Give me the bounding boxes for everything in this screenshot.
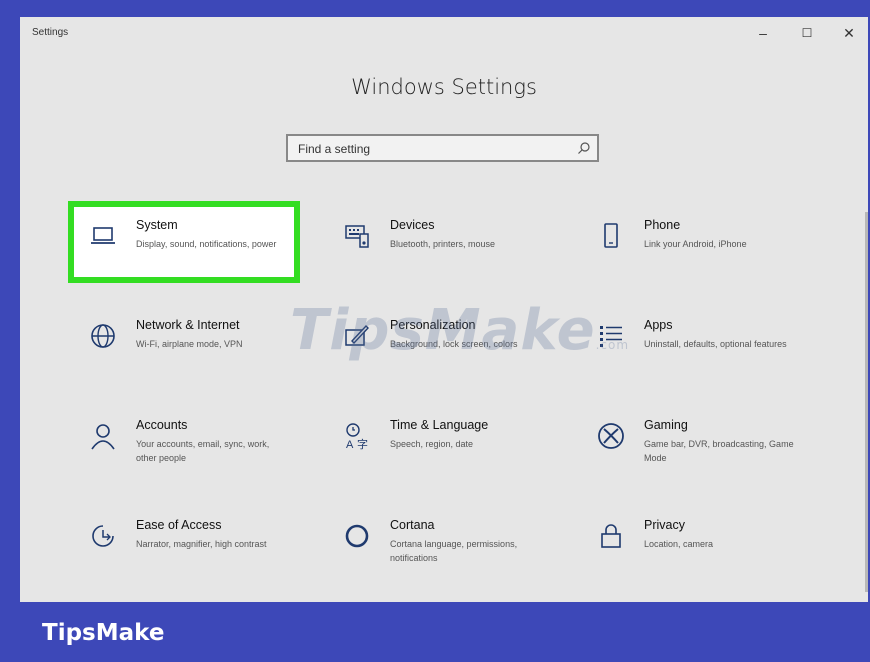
search-input[interactable] <box>296 136 570 162</box>
search-box[interactable] <box>286 134 599 162</box>
tile-description: Display, sound, notifications, power <box>136 239 277 249</box>
tile-personalization[interactable]: Personalization Background, lock screen,… <box>328 307 548 377</box>
tile-system[interactable]: System Display, sound, notifications, po… <box>68 201 300 283</box>
title-bar: Settings – ☐ ✕ <box>20 17 868 49</box>
keyboard-icon <box>342 221 372 251</box>
tile-ease-of-access[interactable]: Ease of Access Narrator, magnifier, high… <box>74 507 294 577</box>
tile-description: Bluetooth, printers, mouse <box>390 239 496 249</box>
tile-title: Cortana <box>390 518 435 532</box>
brand-logo-text: TipsMake <box>42 620 165 646</box>
tile-title: Phone <box>644 218 681 232</box>
page-title: Windows Settings <box>351 75 537 99</box>
tile-description: Background, lock screen, colors <box>390 339 518 349</box>
tile-description: Location, camera <box>644 539 714 549</box>
paintbrush-icon <box>342 321 372 351</box>
tile-description: Cortana language, permissions, notificat… <box>390 539 518 563</box>
window-title: Settings <box>32 27 69 38</box>
tile-network-internet[interactable]: Network & Internet Wi-Fi, airplane mode,… <box>74 307 294 377</box>
tile-gaming[interactable]: Gaming Game bar, DVR, broadcasting, Game… <box>582 407 802 477</box>
tile-apps[interactable]: Apps Uninstall, defaults, optional featu… <box>582 307 802 377</box>
tile-description: Narrator, magnifier, high contrast <box>136 539 267 549</box>
tile-accounts[interactable]: Accounts Your accounts, email, sync, wor… <box>74 407 294 477</box>
tile-description: Speech, region, date <box>390 439 474 449</box>
minimize-button[interactable]: – <box>752 23 774 43</box>
cortana-icon <box>342 521 372 551</box>
person-icon <box>88 421 118 451</box>
laptop-icon <box>88 221 118 251</box>
settings-window: Settings – ☐ ✕ Windows Settings System D… <box>20 17 868 602</box>
svg-text:字: 字 <box>357 437 368 451</box>
tile-cortana[interactable]: Cortana Cortana language, permissions, n… <box>328 507 548 577</box>
tile-title: Gaming <box>644 418 688 432</box>
xbox-icon <box>596 421 626 451</box>
scrollbar[interactable] <box>865 212 868 592</box>
close-button[interactable]: ✕ <box>838 23 860 43</box>
tile-title: Network & Internet <box>136 318 240 332</box>
time-language-icon: A字 <box>342 421 372 451</box>
tile-description: Uninstall, defaults, optional features <box>644 339 787 349</box>
tile-description: Wi-Fi, airplane mode, VPN <box>136 339 243 349</box>
tile-title: Personalization <box>390 318 476 332</box>
ease-of-access-icon <box>88 521 118 551</box>
tile-title: Accounts <box>136 418 188 432</box>
tile-title: Time & Language <box>390 418 489 432</box>
apps-list-icon <box>596 321 626 351</box>
tile-phone[interactable]: Phone Link your Android, iPhone <box>582 207 802 277</box>
tile-description: Game bar, DVR, broadcasting, Game Mode <box>644 439 794 463</box>
tile-description: Your accounts, email, sync, work, other … <box>136 439 270 463</box>
tile-title: Privacy <box>644 518 685 532</box>
search-icon[interactable] <box>577 141 591 160</box>
phone-icon <box>596 221 626 251</box>
tile-title: Devices <box>390 218 435 232</box>
lock-icon <box>596 521 626 551</box>
tile-devices[interactable]: Devices Bluetooth, printers, mouse <box>328 207 548 277</box>
svg-text:A: A <box>346 439 354 451</box>
tile-title: System <box>136 218 178 232</box>
tile-title: Apps <box>644 318 673 332</box>
tile-title: Ease of Access <box>136 518 222 532</box>
globe-icon <box>88 321 118 351</box>
maximize-button[interactable]: ☐ <box>796 23 818 43</box>
tile-time-language[interactable]: A字 Time & Language Speech, region, date <box>328 407 548 477</box>
tile-description: Link your Android, iPhone <box>644 239 747 249</box>
tile-privacy[interactable]: Privacy Location, camera <box>582 507 802 577</box>
